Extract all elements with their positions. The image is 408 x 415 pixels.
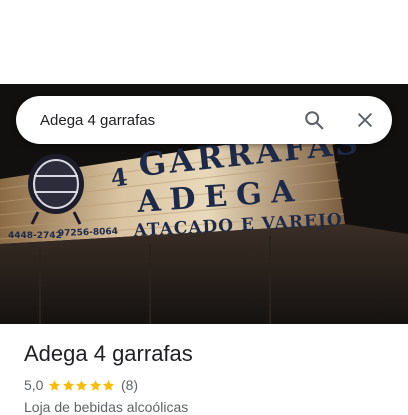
search-input[interactable] <box>40 96 290 144</box>
barrel-logo-icon <box>28 154 84 225</box>
rating-row[interactable]: 5,0 (8) <box>24 376 392 394</box>
star-icon <box>49 379 61 391</box>
star-icon <box>76 379 88 391</box>
star-icon <box>89 379 101 391</box>
place-category: Loja de bebidas alcoólicas <box>24 399 189 415</box>
rating-stars <box>48 379 116 392</box>
sign-phone-right: 97256-8064 <box>58 227 118 239</box>
rating-value: 5,0 <box>24 377 44 393</box>
search-button[interactable] <box>296 102 332 138</box>
clear-search-button[interactable] <box>347 102 383 138</box>
star-icon <box>103 379 115 391</box>
place-title[interactable]: Adega 4 garrafas <box>24 340 392 368</box>
search-bar[interactable] <box>16 96 392 144</box>
search-icon <box>305 111 324 130</box>
close-icon <box>358 113 372 127</box>
sign-phone-left: 4448-2742 <box>8 231 62 241</box>
star-icon <box>62 379 74 391</box>
review-count[interactable]: (8) <box>121 377 138 393</box>
place-info: Adega 4 garrafas 5,0 (8) Loja de bebidas… <box>24 340 392 415</box>
